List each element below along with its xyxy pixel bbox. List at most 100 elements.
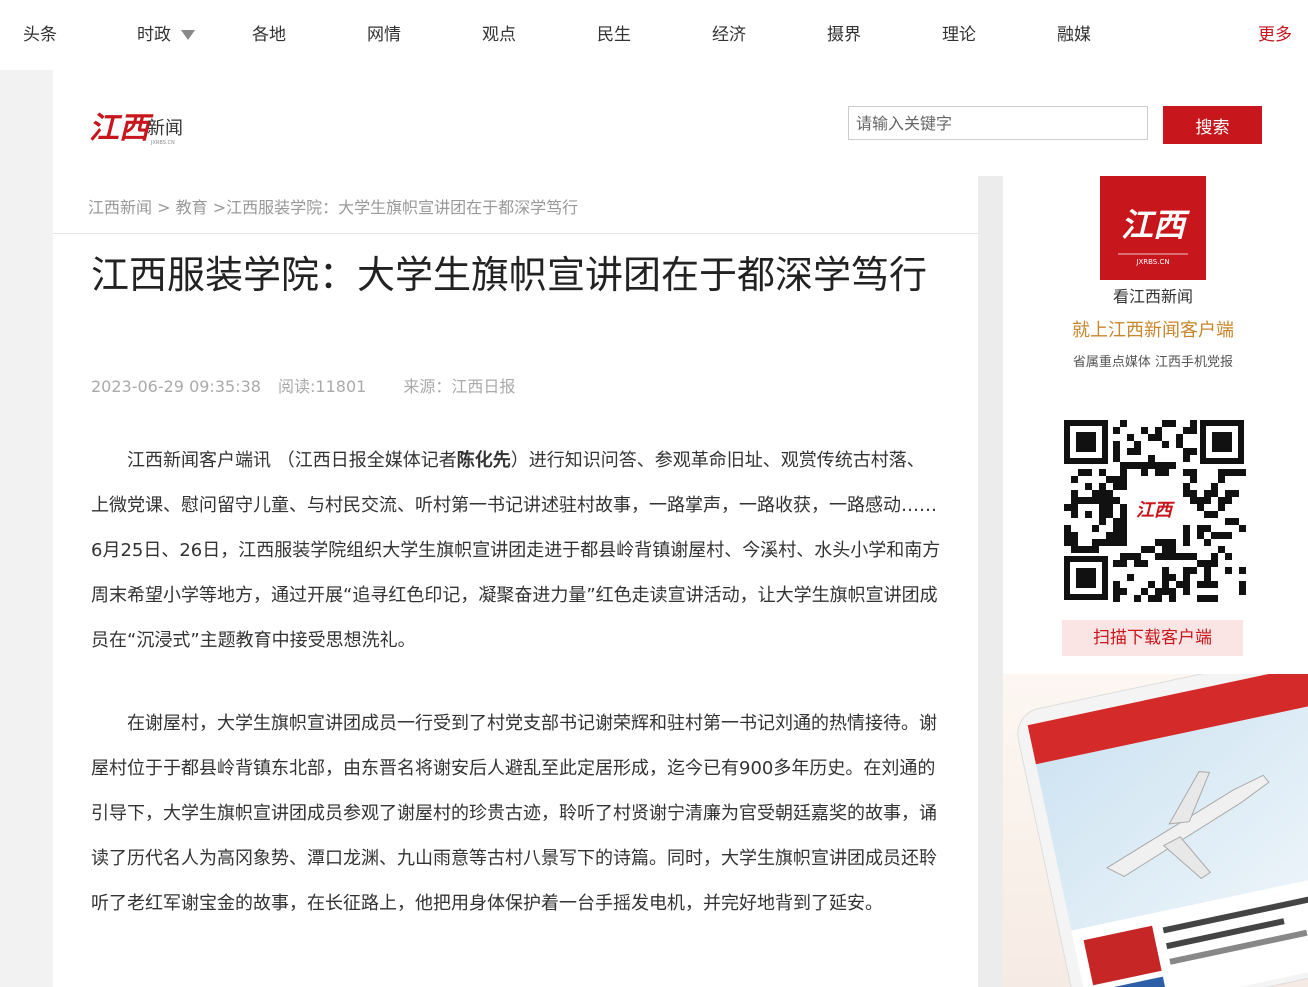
qr-module — [1113, 539, 1120, 546]
qr-module — [1078, 469, 1085, 476]
nav-item-politics[interactable]: 时政 — [137, 24, 195, 46]
breadcrumb-divider — [53, 233, 978, 234]
qr-module — [1120, 532, 1127, 539]
qr-module — [1099, 539, 1106, 546]
nav-item-regions[interactable]: 各地 — [252, 24, 286, 46]
qr-code-icon: 江西 — [1060, 416, 1248, 604]
qr-module — [1085, 546, 1092, 553]
qr-module — [1134, 560, 1141, 567]
app-logo-icon[interactable]: 江西 JXRBS.CN — [1100, 176, 1206, 280]
qr-module — [1239, 588, 1246, 595]
nav-item-headlines[interactable]: 头条 — [23, 24, 57, 46]
breadcrumb-category[interactable]: 教育 — [176, 198, 208, 217]
top-nav: 头条 时政 各地 网情 观点 民生 经济 摄界 理论 融媒 更多 — [0, 0, 1308, 70]
sidebar: 江西 JXRBS.CN 看江西新闻 就上江西新闻客户端 省属重点媒体 江西手机党… — [1003, 176, 1308, 987]
qr-module — [1176, 434, 1183, 441]
app-promo-line3: 省属重点媒体 江西手机党报 — [1072, 355, 1234, 370]
qr-module — [1092, 525, 1099, 532]
qr-module — [1183, 469, 1190, 476]
logo-news-text: 新闻 — [147, 118, 183, 139]
qr-module — [1225, 490, 1232, 497]
qr-module — [1134, 553, 1141, 560]
qr-module — [1197, 532, 1204, 539]
app-logo-sub: JXRBS.CN — [1135, 258, 1169, 266]
qr-module — [1162, 574, 1169, 581]
qr-module — [1120, 462, 1127, 469]
qr-module — [1190, 420, 1197, 427]
qr-module — [1183, 539, 1190, 546]
qr-module — [1120, 476, 1127, 483]
qr-module — [1197, 595, 1204, 602]
qr-module — [1197, 560, 1204, 567]
qr-module — [1113, 476, 1120, 483]
qr-module — [1211, 532, 1218, 539]
qr-module — [1183, 427, 1190, 434]
qr-module — [1190, 490, 1197, 497]
qr-module — [1099, 518, 1106, 525]
qr-module — [1120, 483, 1127, 490]
qr-module — [1113, 441, 1120, 448]
qr-module — [1148, 434, 1155, 441]
qr-module — [1204, 574, 1211, 581]
nav-more-link[interactable]: 更多 — [1258, 24, 1292, 46]
qr-module — [1239, 581, 1246, 588]
qr-module — [1162, 553, 1169, 560]
qr-module — [1218, 497, 1225, 504]
qr-module — [1176, 553, 1183, 560]
qr-module — [1169, 574, 1176, 581]
qr-module — [1211, 483, 1218, 490]
download-app-button[interactable]: 扫描下载客户端 — [1062, 620, 1243, 656]
qr-module — [1183, 567, 1190, 574]
article-paragraph: 江西新闻客户端讯 （江西日报全媒体记者陈化先）进行知识问答、参观革命旧址、观赏传… — [91, 438, 941, 663]
paragraph-lead: 江西新闻客户端讯 （江西日报全媒体记者 — [127, 450, 457, 471]
qr-module — [1085, 511, 1092, 518]
qr-module — [1120, 539, 1127, 546]
qr-module — [1141, 588, 1148, 595]
qr-module — [1183, 574, 1190, 581]
breadcrumb-home[interactable]: 江西新闻 — [88, 198, 152, 217]
nav-item-economy[interactable]: 经济 — [712, 24, 746, 46]
qr-module — [1134, 448, 1141, 455]
app-promo-line2[interactable]: 就上江西新闻客户端 — [1003, 316, 1303, 342]
qr-module — [1085, 469, 1092, 476]
qr-module — [1071, 546, 1078, 553]
qr-module — [1204, 595, 1211, 602]
qr-module — [1183, 490, 1190, 497]
qr-module — [1113, 525, 1120, 532]
qr-module — [1113, 448, 1120, 455]
site-logo[interactable]: 江西 新闻 JXRBS.CN — [89, 108, 209, 148]
qr-module — [1197, 504, 1204, 511]
nav-item-media[interactable]: 融媒 — [1057, 24, 1091, 46]
qr-module — [1120, 588, 1127, 595]
qr-module — [1113, 581, 1120, 588]
search-input[interactable] — [848, 106, 1148, 140]
qr-module — [1225, 532, 1232, 539]
qr-module — [1064, 539, 1071, 546]
qr-module — [1169, 420, 1176, 427]
qr-module — [1092, 497, 1099, 504]
nav-item-livelihood[interactable]: 民生 — [597, 24, 631, 46]
app-logo-text: 江西 — [1121, 206, 1190, 244]
qr-module — [1071, 497, 1078, 504]
article-meta: 2023-06-29 09:35:38 阅读:11801 来源：江西日报 — [91, 373, 527, 397]
qr-module — [1155, 539, 1162, 546]
qr-module — [1183, 525, 1190, 532]
qr-module — [1113, 483, 1120, 490]
qr-module — [1176, 441, 1183, 448]
qr-module — [1162, 469, 1169, 476]
nav-item-photo[interactable]: 摄界 — [827, 24, 861, 46]
nav-item-theory[interactable]: 理论 — [942, 24, 976, 46]
nav-item-opinion[interactable]: 观点 — [482, 24, 516, 46]
article-body: 江西新闻客户端讯 （江西日报全媒体记者陈化先）进行知识问答、参观革命旧址、观赏传… — [91, 438, 941, 964]
qr-module — [1183, 455, 1190, 462]
nav-item-netlife[interactable]: 网情 — [367, 24, 401, 46]
qr-module — [1204, 581, 1211, 588]
qr-module — [1204, 539, 1211, 546]
qr-module — [1113, 588, 1120, 595]
qr-module — [1176, 581, 1183, 588]
qr-module — [1211, 595, 1218, 602]
qr-module — [1183, 532, 1190, 539]
qr-module — [1239, 525, 1246, 532]
search-button[interactable]: 搜索 — [1163, 106, 1262, 144]
qr-module — [1155, 434, 1162, 441]
